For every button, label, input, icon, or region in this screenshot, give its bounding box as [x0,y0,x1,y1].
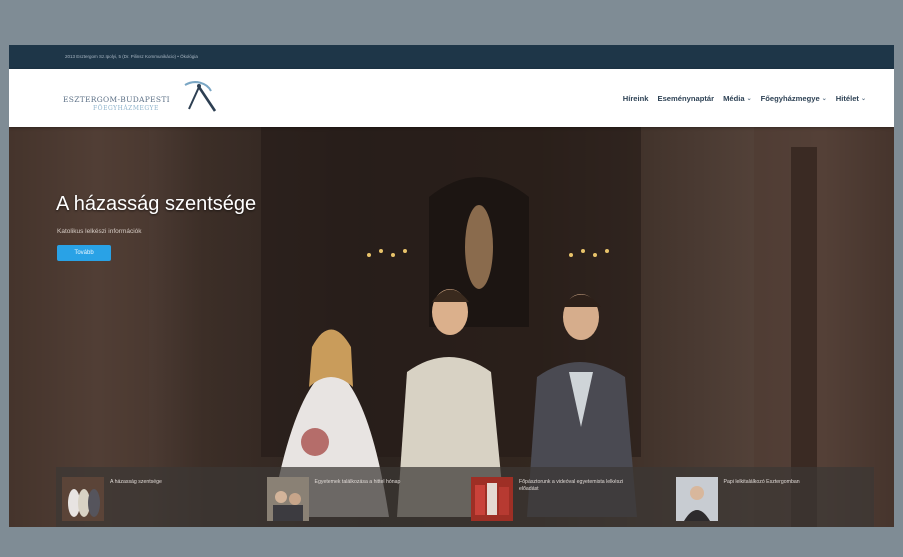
thumbnail-image [471,477,513,521]
nav-item-label: Híreink [622,93,649,103]
hero-slider: A házasság szentsége Katolikus lelkészi … [9,127,894,527]
slider-item-title: Papi lelkitalálkozó Esztergomban [723,479,800,485]
site-logo[interactable]: ESZTERGOM-BUDAPESTI FŐEGYHÁZMEGYE [63,77,223,117]
thumbnail-image [62,477,104,521]
nav-item-faith[interactable]: Hitélet ⌄ [836,94,866,103]
nav-item-news[interactable]: Híreink [623,94,649,103]
hero-title: A házasság szentsége [56,193,257,215]
slider-item[interactable]: Főpásztorunk a videóval egyetemista lelk… [465,467,670,527]
nav-item-label: Eseménynaptár [657,93,715,103]
slider-item[interactable]: Egyetemek találkozása a hittel hónap [261,467,466,527]
nav-item-label: Főegyházmegye [760,93,820,103]
thumbnail-image [266,477,309,521]
browser-page: 2013 Esztergom Sz.Ipolyi, 5 (Dr. Pilinsz… [9,45,894,527]
slider-item-title: Főpásztorunk a videóval egyetemista lelk… [519,479,624,492]
nav-item-media[interactable]: Média ⌄ [723,94,752,103]
main-nav: Híreink Eseménynaptár Média ⌄ Főegyházme… [623,69,866,127]
hero-subtitle: Katolikus lelkészi információk [57,228,142,235]
hero-more-button[interactable]: Tovább [57,245,111,261]
nav-item-calendar[interactable]: Eseménynaptár [658,94,715,103]
nav-item-archdiocese[interactable]: Főegyházmegye ⌄ [761,94,827,103]
logo-title: ESZTERGOM-BUDAPESTI [63,95,170,104]
slider-item-title: Egyetemek találkozása a hittel hónap [314,479,401,485]
logo-mark-icon [184,81,217,112]
slider-item-title: A házasság szentsége [110,479,162,485]
nav-item-label: Hitélet [835,93,859,103]
thumbnail-image [675,477,718,521]
slider-thumbnail-strip: A házasság szentsége Egyetemek találkozá… [56,467,874,527]
nav-item-label: Média [723,93,745,103]
chevron-down-icon: ⌄ [746,95,752,102]
slider-item[interactable]: Papi lelkitalálkozó Esztergomban [670,467,875,527]
slider-item[interactable]: A házasság szentsége [56,467,261,527]
top-info-bar: 2013 Esztergom Sz.Ipolyi, 5 (Dr. Pilinsz… [9,45,894,69]
chevron-down-icon: ⌄ [821,95,827,102]
top-info-text: 2013 Esztergom Sz.Ipolyi, 5 (Dr. Pilinsz… [65,54,198,59]
chevron-down-icon: ⌄ [860,95,866,102]
site-header: ESZTERGOM-BUDAPESTI FŐEGYHÁZMEGYE Hírein… [9,69,894,127]
logo-subtitle: FŐEGYHÁZMEGYE [93,105,159,112]
